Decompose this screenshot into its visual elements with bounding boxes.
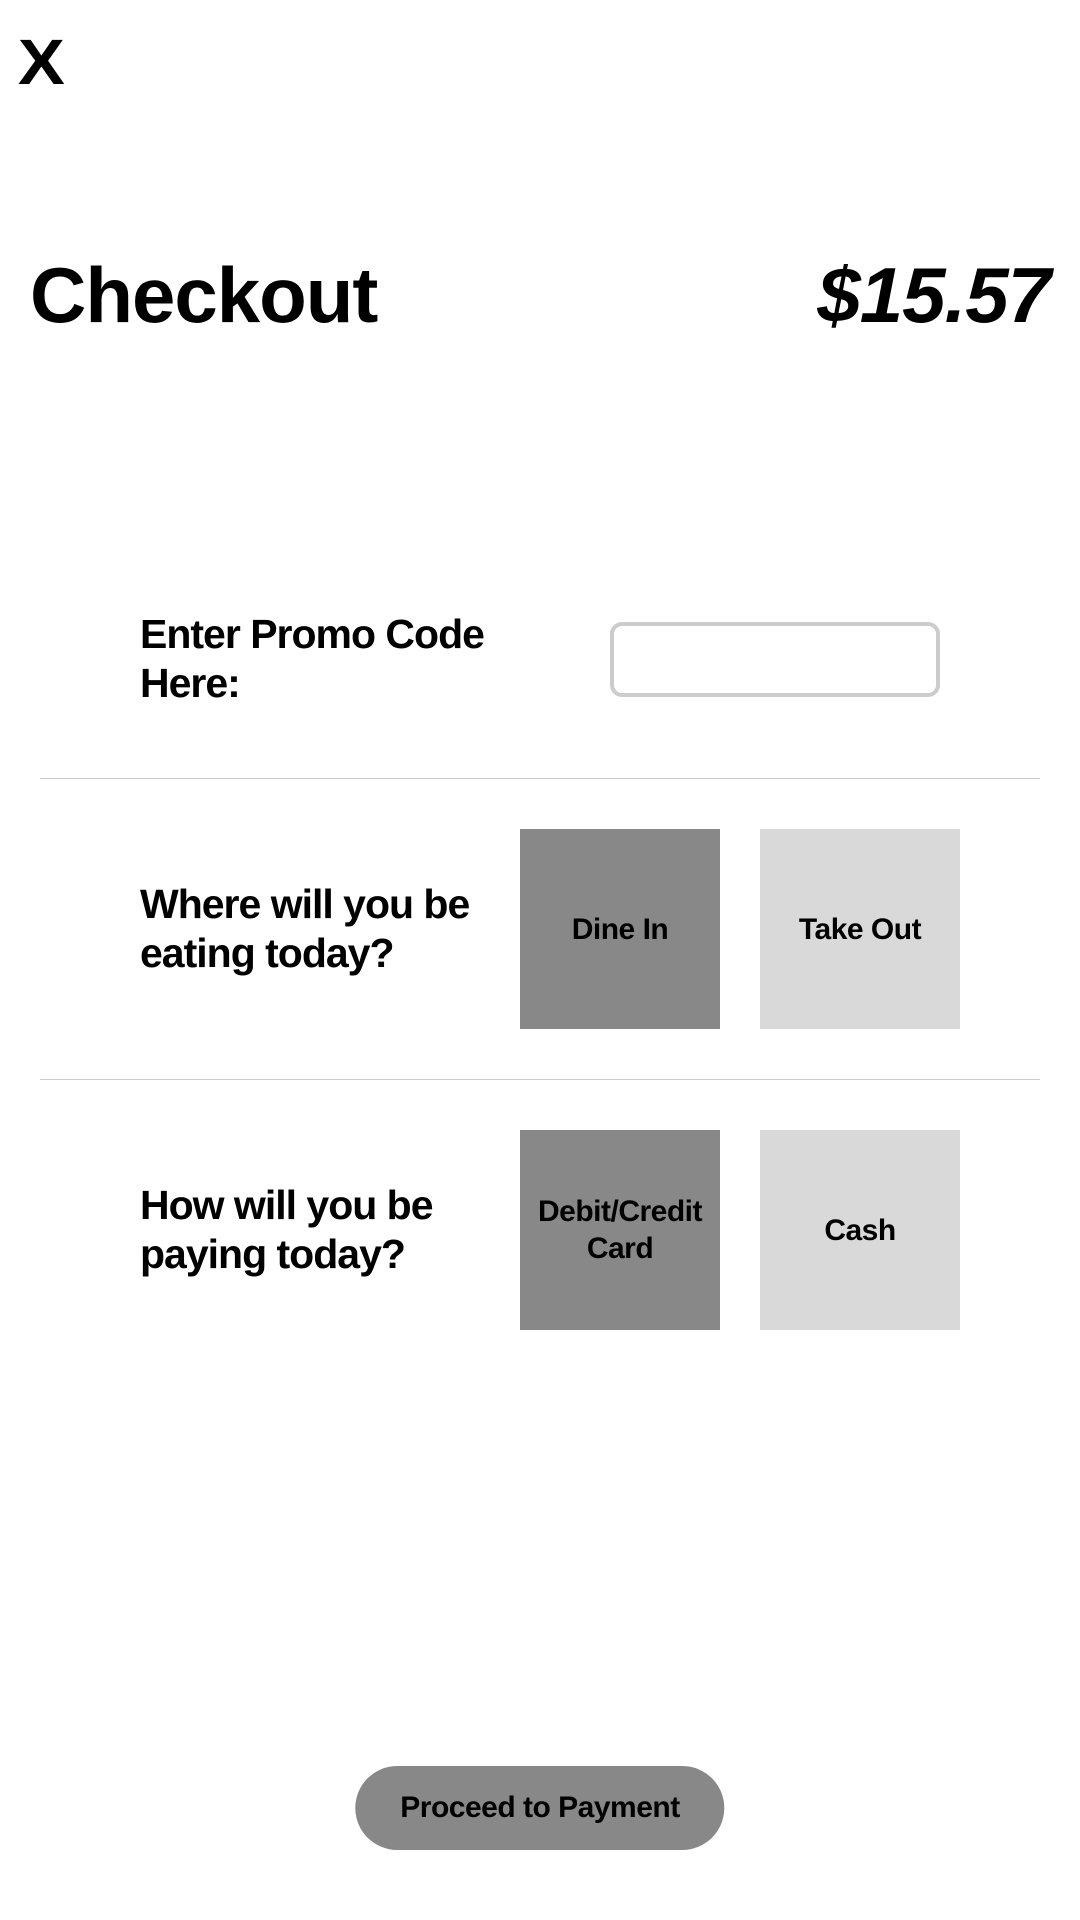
cash-button[interactable]: Cash [760, 1130, 960, 1330]
eating-label: Where will you be eating today? [140, 880, 470, 978]
proceed-to-payment-button[interactable]: Proceed to Payment [355, 1766, 724, 1850]
dine-in-button[interactable]: Dine In [520, 829, 720, 1029]
eating-section: Where will you be eating today? Dine In … [40, 779, 1040, 1079]
close-button[interactable]: X [18, 30, 64, 94]
promo-label: Enter Promo Code Here: [140, 610, 555, 708]
content-area: Enter Promo Code Here: Where will you be… [40, 580, 1040, 1380]
total-price: $15.57 [817, 250, 1050, 341]
page-title: Checkout [30, 250, 377, 341]
eating-options: Dine In Take Out [520, 829, 960, 1029]
payment-label: How will you be paying today? [140, 1181, 470, 1279]
promo-input[interactable] [610, 622, 940, 697]
take-out-button[interactable]: Take Out [760, 829, 960, 1029]
payment-options: Debit/Credit Card Cash [520, 1130, 960, 1330]
card-button[interactable]: Debit/Credit Card [520, 1130, 720, 1330]
promo-section: Enter Promo Code Here: [40, 580, 1040, 778]
payment-section: How will you be paying today? Debit/Cred… [40, 1080, 1040, 1380]
checkout-header: Checkout $15.57 [30, 250, 1050, 341]
